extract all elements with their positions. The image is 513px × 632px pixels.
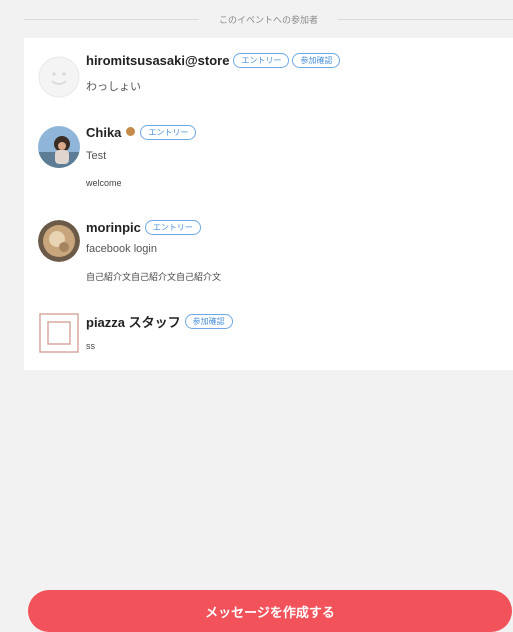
participant-item[interactable]: hiromitsusasaki@store エントリー 参加確認 わっしょい bbox=[24, 38, 513, 120]
participants-section-header: このイベントへの参加者 bbox=[24, 0, 513, 38]
confirmed-badge: 参加確認 bbox=[292, 53, 341, 68]
participant-name[interactable]: hiromitsusasaki@store bbox=[86, 53, 229, 68]
participant-item[interactable]: Chika エントリー Test welcome bbox=[24, 120, 513, 206]
section-title: このイベントへの参加者 bbox=[219, 14, 319, 25]
participant-bio: welcome bbox=[86, 178, 122, 188]
participant-subtitle: facebook login bbox=[86, 243, 157, 255]
confirmed-badge: 参加確認 bbox=[184, 314, 233, 329]
participant-bio: 自己紹介文自己紹介文自己紹介文 bbox=[86, 272, 222, 282]
participants-list: hiromitsusasaki@store エントリー 参加確認 わっしょい C… bbox=[24, 38, 513, 370]
header-divider-left bbox=[24, 18, 199, 20]
entry-badge: エントリー bbox=[233, 53, 290, 68]
emoji-icon bbox=[126, 127, 136, 136]
compose-message-button[interactable]: メッセージを作成する bbox=[28, 590, 512, 632]
participant-name[interactable]: piazza スタッフ bbox=[86, 312, 181, 331]
store-logo-icon[interactable] bbox=[38, 312, 80, 354]
participant-subtitle: ss bbox=[86, 341, 95, 351]
participant-name[interactable]: Chika bbox=[86, 125, 121, 140]
entry-badge: エントリー bbox=[140, 125, 197, 140]
entry-badge: エントリー bbox=[144, 220, 201, 235]
avatar[interactable] bbox=[38, 220, 80, 262]
participant-name[interactable]: morinpic bbox=[86, 220, 141, 235]
participant-item[interactable]: morinpic エントリー facebook login 自己紹介文自己紹介文… bbox=[24, 206, 513, 290]
participant-subtitle: Test bbox=[86, 150, 107, 162]
participant-item[interactable]: piazza スタッフ 参加確認 ss bbox=[24, 290, 513, 370]
default-avatar-icon[interactable] bbox=[38, 56, 80, 98]
participant-subtitle: わっしょい bbox=[86, 81, 141, 93]
avatar[interactable] bbox=[38, 126, 80, 168]
header-divider-right bbox=[338, 18, 513, 20]
